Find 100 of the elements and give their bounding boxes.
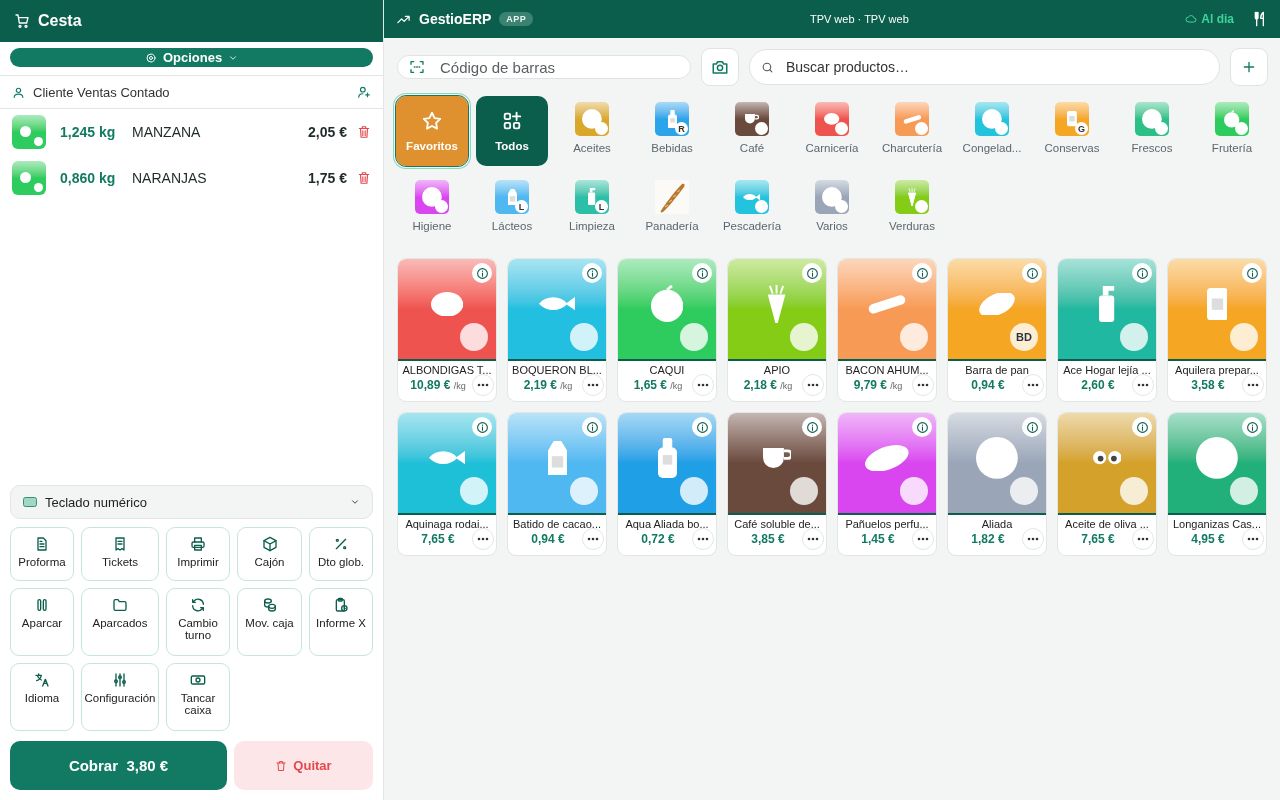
action-button[interactable]: Mov. caja <box>237 588 302 656</box>
info-icon <box>695 266 709 280</box>
more-button[interactable] <box>802 374 824 396</box>
options-button[interactable]: Opciones <box>10 48 373 67</box>
category-tab[interactable]: Varios <box>796 174 868 244</box>
action-button[interactable]: Cambio turno <box>166 588 230 656</box>
more-button[interactable] <box>692 528 714 550</box>
info-button[interactable] <box>1242 263 1262 283</box>
category-tab[interactable]: Higiene <box>396 174 468 244</box>
action-button[interactable]: Idioma <box>10 663 74 731</box>
category-tab[interactable]: L Lácteos <box>476 174 548 244</box>
more-button[interactable] <box>472 374 494 396</box>
product-card[interactable]: Ace Hogar lejía ... 2,60 € <box>1057 258 1157 402</box>
info-button[interactable] <box>802 263 822 283</box>
trash-icon[interactable] <box>357 125 371 139</box>
action-button[interactable]: Imprimir <box>166 527 230 581</box>
add-button[interactable] <box>1230 48 1268 86</box>
info-button[interactable] <box>692 417 712 437</box>
info-button[interactable] <box>1022 417 1042 437</box>
more-button[interactable] <box>1022 374 1044 396</box>
action-button[interactable]: Aparcados <box>81 588 159 656</box>
category-tab[interactable]: L Limpieza <box>556 174 628 244</box>
category-tab[interactable]: Frescos <box>1116 96 1188 166</box>
keypad-toggle[interactable]: Teclado numérico <box>10 485 373 519</box>
quantity: 1,245 kg <box>60 124 117 140</box>
product-card[interactable]: Café soluble de... 3,85 € <box>727 412 827 556</box>
action-button[interactable]: Configuración <box>81 663 159 731</box>
action-button[interactable]: Cajón <box>237 527 302 581</box>
product-card[interactable]: Aquinaga rodai... 7,65 € <box>397 412 497 556</box>
action-button[interactable]: Informe X <box>309 588 373 656</box>
category-tab[interactable]: Carnicería <box>796 96 868 166</box>
camera-button[interactable] <box>701 48 739 86</box>
product-card[interactable]: Pañuelos perfu... 1,45 € <box>837 412 937 556</box>
product-card[interactable]: APIO 2,18 € /kg <box>727 258 827 402</box>
category-tab[interactable]: Aceites <box>556 96 628 166</box>
action-button[interactable]: Tickets <box>81 527 159 581</box>
category-tab[interactable]: Panadería <box>636 174 708 244</box>
action-button[interactable]: Tancar caixa <box>166 663 230 731</box>
bottle-icon <box>667 109 677 129</box>
info-button[interactable] <box>582 263 602 283</box>
category-tab[interactable]: Verduras <box>876 174 948 244</box>
star-icon <box>421 110 443 132</box>
info-button[interactable] <box>912 417 932 437</box>
add-user-icon[interactable] <box>357 85 371 99</box>
more-button[interactable] <box>912 374 934 396</box>
search-field[interactable]: Buscar productos… <box>749 49 1220 85</box>
info-button[interactable] <box>1022 263 1042 283</box>
product-card[interactable]: BACON AHUM... 9,79 € /kg <box>837 258 937 402</box>
info-button[interactable] <box>472 417 492 437</box>
more-button[interactable] <box>802 528 824 550</box>
charge-button[interactable]: Cobrar 3,80 € <box>10 741 227 790</box>
category-tab[interactable]: Frutería <box>1196 96 1268 166</box>
more-button[interactable] <box>472 528 494 550</box>
product-card[interactable]: Aliada 1,82 € <box>947 412 1047 556</box>
category-tab[interactable]: Charcutería <box>876 96 948 166</box>
info-button[interactable] <box>802 417 822 437</box>
more-button[interactable] <box>582 374 604 396</box>
more-button[interactable] <box>1022 528 1044 550</box>
circle-icon <box>582 109 602 129</box>
product-card[interactable]: Longanizas Cas... 4,95 € <box>1167 412 1267 556</box>
product-name: Aquilera prepar... <box>1174 363 1260 376</box>
product-card[interactable]: Aqua Aliada bo... 0,72 € <box>617 412 717 556</box>
product-card[interactable]: BOQUERON BL... 2,19 € /kg <box>507 258 607 402</box>
product-card[interactable]: Aceite de oliva ... 7,65 € <box>1057 412 1157 556</box>
more-button[interactable] <box>912 528 934 550</box>
more-button[interactable] <box>1242 528 1264 550</box>
product-card[interactable]: Aquilera prepar... 3,58 € <box>1167 258 1267 402</box>
category-tab[interactable]: Café <box>716 96 788 166</box>
action-button[interactable]: Dto glob. <box>309 527 373 581</box>
info-button[interactable] <box>472 263 492 283</box>
category-tab[interactable]: R Bebidas <box>636 96 708 166</box>
spray-bottle-icon <box>588 188 596 206</box>
more-button[interactable] <box>582 528 604 550</box>
category-tab[interactable]: Todos <box>476 96 548 166</box>
product-price: 2,18 € /kg <box>742 378 794 392</box>
category-tab[interactable]: G Conservas <box>1036 96 1108 166</box>
info-button[interactable] <box>1242 417 1262 437</box>
action-button[interactable]: Proforma <box>10 527 74 581</box>
more-button[interactable] <box>692 374 714 396</box>
placeholder-circle <box>680 323 708 351</box>
info-button[interactable] <box>912 263 932 283</box>
more-button[interactable] <box>1242 374 1264 396</box>
line-total: 2,05 € <box>308 124 347 140</box>
trash-icon[interactable] <box>357 171 371 185</box>
action-button[interactable]: Aparcar <box>10 588 74 656</box>
product-card[interactable]: CAQUI 1,65 € /kg <box>617 258 717 402</box>
pause-icon <box>34 597 50 613</box>
more-button[interactable] <box>1132 374 1154 396</box>
product-card[interactable]: ALBONDIGAS T... 10,89 € /kg <box>397 258 497 402</box>
info-button[interactable] <box>1132 263 1152 283</box>
category-tab[interactable]: Pescadería <box>716 174 788 244</box>
info-button[interactable] <box>582 417 602 437</box>
barcode-field[interactable]: Código de barras <box>397 55 691 79</box>
info-button[interactable] <box>1132 417 1152 437</box>
more-button[interactable] <box>1132 528 1154 550</box>
info-button[interactable] <box>692 263 712 283</box>
product-card[interactable]: BD Barra de pan 0,94 € <box>947 258 1047 402</box>
product-card[interactable]: Batido de cacao... 0,94 € <box>507 412 607 556</box>
category-tab[interactable]: Congelad... <box>956 96 1028 166</box>
product-name: NARANJAS <box>132 170 208 186</box>
